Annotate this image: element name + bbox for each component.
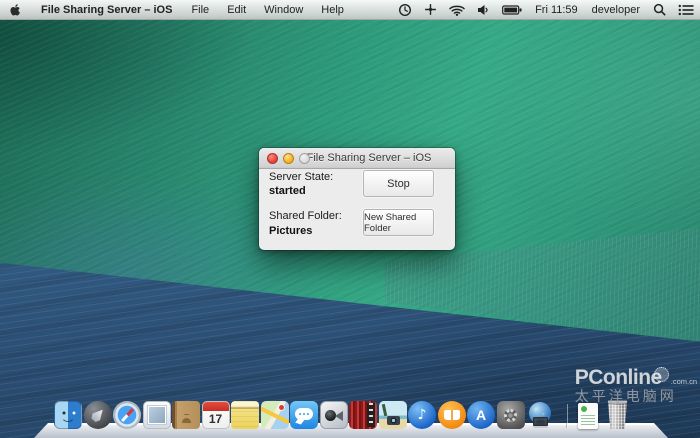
dock-system-preferences-icon[interactable] bbox=[497, 401, 525, 429]
zoom-button-disabled bbox=[299, 153, 310, 164]
dock-safari-icon[interactable] bbox=[113, 401, 141, 429]
dock-mail-icon[interactable] bbox=[143, 401, 171, 429]
time-machine-menu[interactable] bbox=[392, 0, 418, 19]
dock-finder-icon[interactable] bbox=[54, 401, 82, 429]
stop-button[interactable]: Stop bbox=[363, 170, 434, 197]
battery-menu[interactable] bbox=[496, 0, 528, 19]
dock-facetime-icon[interactable] bbox=[320, 401, 348, 429]
menu-window[interactable]: Window bbox=[255, 0, 312, 19]
dock-messages-icon[interactable] bbox=[290, 401, 318, 429]
dock-app-store-icon[interactable] bbox=[467, 401, 495, 429]
desktop: File Sharing Server – iOS File Edit Wind… bbox=[0, 0, 700, 438]
menu-clock[interactable]: Fri 11:59 bbox=[528, 4, 585, 16]
minimize-button[interactable] bbox=[283, 153, 294, 164]
dock-ibooks-icon[interactable] bbox=[438, 401, 466, 429]
battery-icon bbox=[502, 5, 522, 15]
volume-icon bbox=[477, 4, 490, 16]
menu-user[interactable]: developer bbox=[585, 4, 647, 16]
server-state-label: Server State: bbox=[269, 171, 333, 183]
calendar-day: 17 bbox=[203, 410, 229, 428]
file-sharing-server-window: File Sharing Server – iOS Server State: … bbox=[259, 148, 455, 250]
dock-trash-icon[interactable] bbox=[606, 399, 630, 429]
menu-file[interactable]: File bbox=[182, 0, 218, 19]
dock-contacts-icon[interactable] bbox=[172, 401, 200, 429]
screen-sharing-menu[interactable] bbox=[418, 0, 443, 19]
shared-folder-label: Shared Folder: bbox=[269, 210, 342, 222]
dock-separator bbox=[566, 404, 567, 428]
server-state-value: started bbox=[269, 185, 306, 197]
apple-icon bbox=[9, 3, 22, 17]
spotlight-menu[interactable] bbox=[647, 0, 672, 19]
dock-documents-icon[interactable] bbox=[578, 403, 598, 429]
volume-menu[interactable] bbox=[471, 0, 496, 19]
dock-iphoto-icon[interactable] bbox=[379, 401, 407, 429]
wifi-menu[interactable] bbox=[443, 0, 471, 19]
time-machine-icon bbox=[398, 3, 412, 17]
dock: 17 bbox=[54, 399, 630, 429]
dock-network-icon[interactable] bbox=[526, 401, 554, 429]
menu-help[interactable]: Help bbox=[312, 0, 353, 19]
notification-center-menu[interactable] bbox=[672, 0, 700, 19]
shared-folder-value: Pictures bbox=[269, 225, 312, 237]
apple-menu[interactable] bbox=[0, 0, 31, 19]
dock-itunes-icon[interactable] bbox=[408, 401, 436, 429]
dock-launchpad-icon[interactable] bbox=[84, 401, 112, 429]
new-shared-folder-button[interactable]: New Shared Folder bbox=[363, 209, 434, 236]
window-titlebar[interactable]: File Sharing Server – iOS bbox=[259, 148, 455, 169]
screen-sharing-crosshair-icon bbox=[424, 3, 437, 16]
spotlight-search-icon bbox=[653, 3, 666, 16]
wifi-icon bbox=[449, 4, 465, 16]
menu-app-name[interactable]: File Sharing Server – iOS bbox=[31, 0, 182, 19]
notification-center-icon bbox=[678, 4, 694, 16]
dock-photo-booth-icon[interactable] bbox=[349, 401, 377, 429]
close-button[interactable] bbox=[267, 153, 278, 164]
menu-bar: File Sharing Server – iOS File Edit Wind… bbox=[0, 0, 700, 20]
dock-calendar-icon[interactable]: 17 bbox=[202, 401, 230, 429]
dock-maps-icon[interactable] bbox=[261, 401, 289, 429]
dock-notes-icon[interactable] bbox=[231, 401, 259, 429]
menu-edit[interactable]: Edit bbox=[218, 0, 255, 19]
